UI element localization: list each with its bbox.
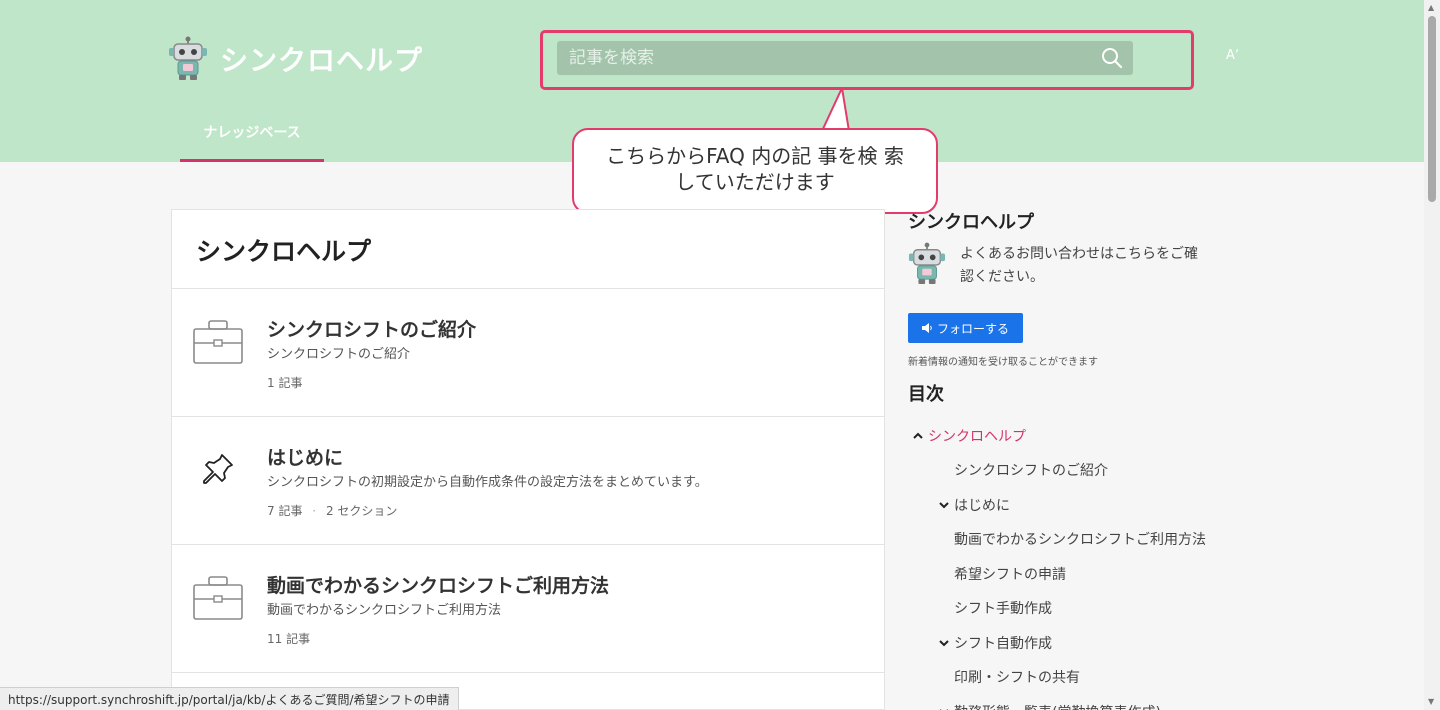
page-title: シンクロヘルプ [172,210,884,289]
toc-item[interactable]: シフト自動作成 [938,633,1052,653]
meta-separator: · [312,504,317,518]
tab-knowledge-base[interactable]: ナレッジベース [180,100,324,162]
search-highlight-box [540,30,1194,90]
robot-mascot-icon [169,36,207,80]
category-name[interactable]: はじめに [267,443,343,470]
category-article-count: 1 記事 [267,376,303,390]
callout-tail [820,88,851,132]
site-logo[interactable]: シンクロヘルプ [168,36,423,82]
toc-item-label: 希望シフトの申請 [954,567,1066,583]
scroll-thumb[interactable] [1428,16,1436,202]
toc-item[interactable]: 勤務形態一覧表(常勤換算表作成) [938,702,1161,710]
category-description: シンクロシフトのご紹介 [267,347,411,362]
category-item[interactable]: シンクロシフトのご紹介 シンクロシフトのご紹介 1 記事 [172,289,884,417]
category-meta: 7 記事 · 2 セクション [267,502,397,519]
category-article-count: 11 記事 [267,632,311,646]
toc-item-label: はじめに [954,498,1010,514]
category-item[interactable]: はじめに シンクロシフトの初期設定から自動作成条件の設定方法をまとめています。 … [172,417,884,545]
toc-item[interactable]: 希望シフトの申請 [954,564,1066,584]
sidebar-intro-text: よくあるお問い合わせはこちらをご確認ください。 [960,246,1198,285]
font-size-button[interactable]: Aʼ [1226,48,1239,63]
chevron-up-icon [913,432,923,439]
robot-mascot-icon [908,242,946,284]
category-description: シンクロシフトの初期設定から自動作成条件の設定方法をまとめています。 [267,475,708,490]
toc-item-label: 動画でわかるシンクロシフトご利用方法 [954,532,1206,548]
speaker-icon [921,323,932,333]
toc-item-label: 印刷・シフトの共有 [954,670,1080,686]
toc-item-label: シンクロヘルプ [928,429,1026,445]
briefcase-icon [193,320,243,364]
chevron-down-icon [939,640,949,647]
category-description: 動画でわかるシンクロシフトご利用方法 [267,603,502,618]
toc-item[interactable]: シフト手動作成 [954,598,1052,618]
toc-item[interactable]: シンクロヘルプ [912,426,1026,446]
category-list-card: シンクロヘルプ シンクロシフトのご紹介 シンクロシフトのご紹介 1 記事 はじめ… [171,209,885,710]
link-status-bar: https://support.synchroshift.jp/portal/j… [0,687,459,710]
chevron-down-icon [939,502,949,509]
follow-note: 新着情報の通知を受け取ることができます [908,357,1098,368]
category-article-count: 7 記事 [267,504,303,518]
sidebar: シンクロヘルプ よくあるお問い合わせはこちらをご確認ください。 フォローする 新… [908,208,1218,710]
scroll-up-arrow-icon[interactable]: ▲ [1428,3,1434,12]
category-name[interactable]: シンクロシフトのご紹介 [267,315,476,342]
toc-item[interactable]: シンクロシフトのご紹介 [954,460,1108,480]
toc-title: 目次 [908,384,944,405]
scroll-down-arrow-icon[interactable]: ▼ [1428,697,1434,706]
briefcase-icon [193,576,243,620]
search-callout: こちらからFAQ 内の記 事を検 索 していただけます [572,128,938,214]
category-section-count: 2 セクション [325,504,398,518]
toc-item-label: 勤務形態一覧表(常勤換算表作成) [954,702,1161,710]
sidebar-title: シンクロヘルプ [908,212,1034,233]
pushpin-icon [203,454,233,484]
toc-item[interactable]: 動画でわかるシンクロシフトご利用方法 [954,529,1206,549]
page-scrollbar[interactable]: ▲ ▼ [1424,0,1440,710]
toc-item[interactable]: はじめに [938,495,1010,515]
follow-button-label: フォローする [936,321,1009,336]
callout-line-1: こちらからFAQ 内の記 事を検 索 [606,144,904,168]
site-title: シンクロヘルプ [220,44,424,77]
category-item[interactable]: 動画でわかるシンクロシフトご利用方法 動画でわかるシンクロシフトご利用方法 11… [172,545,884,673]
toc-item[interactable]: 印刷・シフトの共有 [954,667,1080,687]
toc-item-label: シフト自動作成 [954,636,1052,652]
toc-item-label: シフト手動作成 [954,601,1052,617]
category-name[interactable]: 動画でわかるシンクロシフトご利用方法 [267,571,609,598]
follow-button[interactable]: フォローする [908,313,1023,343]
callout-line-2: していただけます [675,170,835,194]
toc-item-label: シンクロシフトのご紹介 [954,463,1108,479]
